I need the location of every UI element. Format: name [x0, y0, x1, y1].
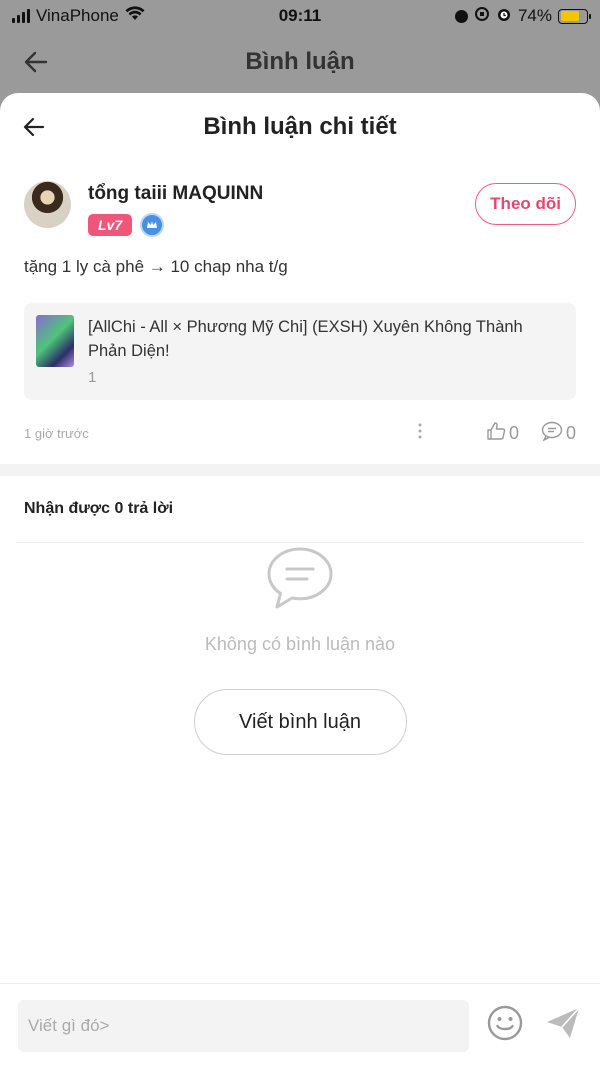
- comment-text: tặng 1 ly cà phê → 10 chap nha t/g: [24, 257, 288, 276]
- comment-input-bar: [0, 983, 600, 1067]
- comment-input[interactable]: [18, 999, 469, 1052]
- user-name[interactable]: tổng taiii MAQUINN: [88, 183, 263, 205]
- user-info: tổng taiii MAQUINN Lv7: [88, 181, 263, 237]
- reply-button[interactable]: 0: [541, 421, 576, 446]
- status-right: 74%: [454, 6, 591, 27]
- sheet-title: Bình luận chi tiết: [203, 113, 397, 140]
- battery-percent: 74%: [517, 6, 552, 25]
- story-chapter: 1: [88, 369, 97, 386]
- level-badge: Lv7: [88, 214, 133, 236]
- sheet-header: Bình luận chi tiết: [0, 93, 600, 161]
- back-arrow-icon[interactable]: [22, 115, 46, 146]
- carrier-label: VinaPhone: [36, 6, 119, 25]
- like-count: 0: [508, 422, 519, 443]
- thumbs-up-icon: [486, 421, 506, 446]
- story-title: [AllChi - All × Phương Mỹ Chi] (EXSH) Xu…: [88, 318, 523, 360]
- comment-card: tổng taiii MAQUINN Lv7 Theo dõi tặng 1 l…: [0, 161, 600, 444]
- recording-dot-icon: [454, 9, 468, 23]
- empty-text: Không có bình luận nào: [204, 634, 396, 654]
- comment-detail-sheet: Bình luận chi tiết tổng taiii MAQUINN Lv…: [0, 93, 600, 1067]
- write-comment-button[interactable]: Viết bình luận: [193, 689, 407, 755]
- battery-icon: [558, 8, 591, 24]
- like-button[interactable]: 0: [486, 421, 519, 446]
- story-card[interactable]: [AllChi - All × Phương Mỹ Chi] (EXSH) Xu…: [24, 303, 576, 400]
- wifi-icon: [125, 6, 145, 26]
- crown-icon: [140, 213, 165, 237]
- follow-button[interactable]: Theo dõi: [475, 183, 576, 225]
- reply-count: 0: [565, 422, 576, 443]
- comment-meta: 1 giờ trước 0 0: [24, 421, 576, 446]
- background-title: Bình luận: [245, 48, 355, 75]
- status-left: VinaPhone: [12, 6, 145, 26]
- background-header: Bình luận: [0, 32, 600, 92]
- status-bar: VinaPhone 09:11 74%: [0, 0, 600, 32]
- story-info: [AllChi - All × Phương Mỹ Chi] (EXSH) Xu…: [88, 315, 564, 386]
- replies-title: Nhận được 0 trả lời: [24, 500, 174, 517]
- story-cover: [36, 315, 74, 367]
- more-vertical-icon[interactable]: [410, 423, 430, 444]
- signal-icon: [12, 9, 30, 23]
- battery-fill: [560, 11, 579, 21]
- empty-state: Không có bình luận nào Viết bình luận: [0, 543, 600, 755]
- chat-bubble-icon: [265, 545, 335, 616]
- back-arrow-icon[interactable]: [22, 48, 50, 83]
- section-divider: [0, 464, 600, 476]
- alarm-icon: [496, 6, 512, 27]
- comment-icon: [541, 421, 563, 446]
- rotation-lock-icon: [474, 6, 490, 27]
- send-icon[interactable]: [545, 1006, 581, 1045]
- user-badges: Lv7: [88, 213, 263, 237]
- time-ago: 1 giờ trước: [24, 425, 89, 441]
- avatar[interactable]: [24, 181, 71, 228]
- emoji-icon[interactable]: [487, 1005, 523, 1046]
